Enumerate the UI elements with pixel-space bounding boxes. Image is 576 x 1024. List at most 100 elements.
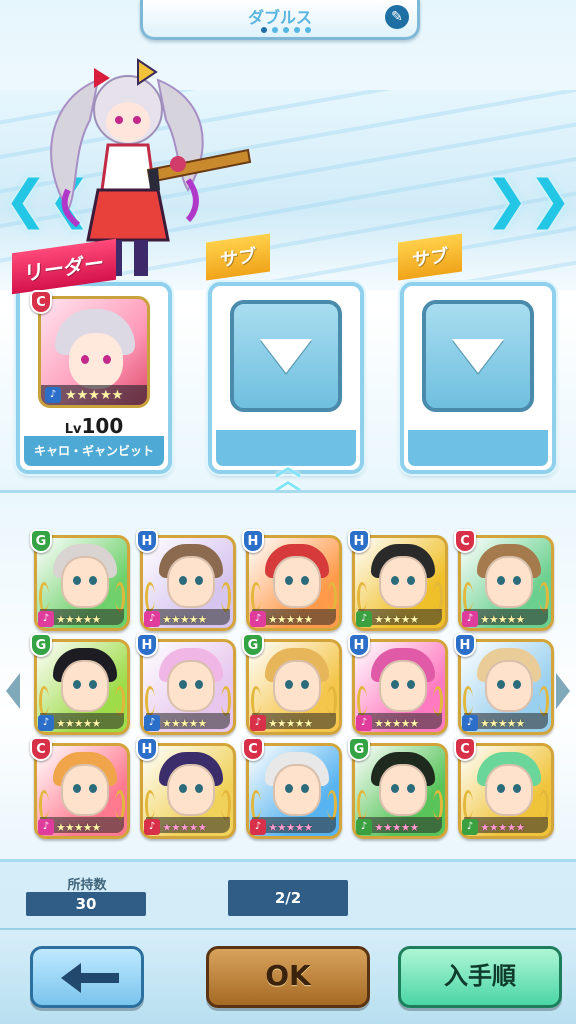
roster-card[interactable]: C ♪ ★★★★★ bbox=[454, 529, 554, 631]
page-count: 2/2 bbox=[228, 880, 348, 916]
star-rating: ★★★★★ bbox=[56, 821, 101, 834]
arrow-left-icon bbox=[6, 673, 20, 709]
rarity-badge: G bbox=[30, 633, 52, 657]
star-rating: ★★★★★ bbox=[162, 613, 207, 626]
rarity-badge: C bbox=[242, 737, 264, 761]
type-icon: ♪ bbox=[462, 819, 478, 835]
rarity-badge: C bbox=[454, 737, 476, 761]
rarity-badge: C bbox=[454, 529, 476, 553]
type-icon: ♪ bbox=[250, 611, 266, 627]
roster-card[interactable]: G ♪ ★★★★★ bbox=[30, 633, 130, 735]
star-rating: ★★★★★ bbox=[268, 613, 313, 626]
page-title: ダブルス bbox=[247, 8, 312, 27]
roster-card[interactable]: C ♪ ★★★★★ bbox=[242, 737, 342, 839]
star-rating: ★★★★★ bbox=[268, 821, 313, 834]
roster-card[interactable]: H ♪ ★★★★★ bbox=[242, 529, 342, 631]
type-icon: ♪ bbox=[38, 611, 54, 627]
rarity-badge: H bbox=[136, 633, 158, 657]
type-icon: ♪ bbox=[462, 611, 478, 627]
star-rating: ★★★★★ bbox=[374, 821, 419, 834]
type-icon: ♪ bbox=[45, 387, 61, 403]
sub-slot-1[interactable]: サブ bbox=[206, 233, 364, 474]
rarity-badge: H bbox=[136, 529, 158, 553]
type-icon: ♪ bbox=[356, 715, 372, 731]
star-rating: ★★★★★ bbox=[162, 821, 207, 834]
empty-slot-box bbox=[230, 300, 342, 412]
roster-grid: G ♪ ★★★★★ H ♪ ★★★★★ H ♪ ★★★★★ H ♪ ★★★★★ … bbox=[30, 529, 554, 839]
rarity-badge: C bbox=[30, 290, 52, 314]
roster-card[interactable]: H ♪ ★★★★★ bbox=[136, 737, 236, 839]
down-triangle-icon bbox=[452, 339, 504, 373]
sort-order-button[interactable]: 入手順 bbox=[398, 946, 562, 1008]
pencil-icon: ✎ bbox=[391, 9, 403, 25]
leader-stars: ★★★★★ bbox=[65, 388, 124, 403]
page-dot bbox=[272, 27, 278, 33]
type-icon: ♪ bbox=[250, 715, 266, 731]
chevron-up-icon[interactable]: ︿ ︿ bbox=[264, 454, 312, 494]
star-rating: ★★★★★ bbox=[480, 613, 525, 626]
roster-card[interactable]: H ♪ ★★★★★ bbox=[348, 633, 448, 735]
roster-card[interactable]: H ♪ ★★★★★ bbox=[136, 633, 236, 735]
star-rating: ★★★★★ bbox=[162, 717, 207, 730]
roster-card[interactable]: H ♪ ★★★★★ bbox=[454, 633, 554, 735]
roster-card[interactable]: H ♪ ★★★★★ bbox=[136, 529, 236, 631]
page-dot bbox=[261, 27, 267, 33]
leader-name: キャロ・ギャンビット bbox=[33, 444, 154, 458]
next-team-button[interactable]: ❯❯ bbox=[485, 170, 572, 230]
owned-count: 30 bbox=[26, 892, 146, 916]
rarity-badge: G bbox=[242, 633, 264, 657]
star-rating: ★★★★★ bbox=[480, 717, 525, 730]
star-rating: ★★★★★ bbox=[480, 821, 525, 834]
empty-slot-box bbox=[422, 300, 534, 412]
type-icon: ♪ bbox=[356, 819, 372, 835]
roster-prev-button[interactable] bbox=[6, 673, 20, 711]
rarity-badge: H bbox=[242, 529, 264, 553]
owned-label: 所持数 bbox=[67, 878, 107, 893]
back-button[interactable] bbox=[30, 946, 144, 1008]
arrow-right-icon bbox=[556, 673, 570, 709]
edit-button[interactable]: ✎ bbox=[385, 5, 409, 29]
roster-card[interactable]: C ♪ ★★★★★ bbox=[30, 737, 130, 839]
page-indicator bbox=[261, 27, 311, 33]
ok-button[interactable]: OK bbox=[206, 946, 370, 1008]
leader-level: Lv100 bbox=[64, 414, 124, 438]
type-icon: ♪ bbox=[144, 819, 160, 835]
type-icon: ♪ bbox=[356, 611, 372, 627]
type-icon: ♪ bbox=[38, 819, 54, 835]
roster-card[interactable]: G ♪ ★★★★★ bbox=[348, 737, 448, 839]
leader-slot[interactable]: リーダー ♪ ★★★★★ C Lv100 キャロ・ギャンビット bbox=[12, 238, 172, 474]
roster-next-button[interactable] bbox=[556, 673, 570, 711]
page-dot bbox=[283, 27, 289, 33]
leader-name-bar: キャロ・ギャンビット bbox=[24, 436, 164, 466]
rarity-badge: H bbox=[348, 633, 370, 657]
rarity-badge: H bbox=[454, 633, 476, 657]
type-icon: ♪ bbox=[144, 611, 160, 627]
roster-card[interactable]: H ♪ ★★★★★ bbox=[348, 529, 448, 631]
roster-card[interactable]: G ♪ ★★★★★ bbox=[242, 633, 342, 735]
roster-card[interactable]: G ♪ ★★★★★ bbox=[30, 529, 130, 631]
star-rating: ★★★★★ bbox=[374, 717, 419, 730]
rarity-badge: C bbox=[30, 737, 52, 761]
type-icon: ♪ bbox=[38, 715, 54, 731]
rarity-badge: H bbox=[348, 529, 370, 553]
page-dot bbox=[305, 27, 311, 33]
rarity-badge: H bbox=[136, 737, 158, 761]
page-dot bbox=[294, 27, 300, 33]
down-triangle-icon bbox=[260, 339, 312, 373]
star-rating: ★★★★★ bbox=[268, 717, 313, 730]
rarity-badge: G bbox=[30, 529, 52, 553]
rarity-badge: G bbox=[348, 737, 370, 761]
type-icon: ♪ bbox=[462, 715, 478, 731]
roster-card[interactable]: C ♪ ★★★★★ bbox=[454, 737, 554, 839]
star-rating: ★★★★★ bbox=[374, 613, 419, 626]
star-rating: ★★★★★ bbox=[56, 613, 101, 626]
back-arrow-icon bbox=[61, 963, 119, 993]
type-icon: ♪ bbox=[144, 715, 160, 731]
roster-panel: G ♪ ★★★★★ H ♪ ★★★★★ H ♪ ★★★★★ H ♪ ★★★★★ … bbox=[0, 490, 576, 862]
header-panel: ダブルス ✎ bbox=[140, 0, 420, 40]
sub-slot-2[interactable]: サブ bbox=[398, 233, 556, 474]
empty-slot-bar bbox=[408, 430, 548, 466]
type-icon: ♪ bbox=[250, 819, 266, 835]
leader-portrait: ♪ ★★★★★ bbox=[38, 296, 150, 408]
star-rating: ★★★★★ bbox=[56, 717, 101, 730]
